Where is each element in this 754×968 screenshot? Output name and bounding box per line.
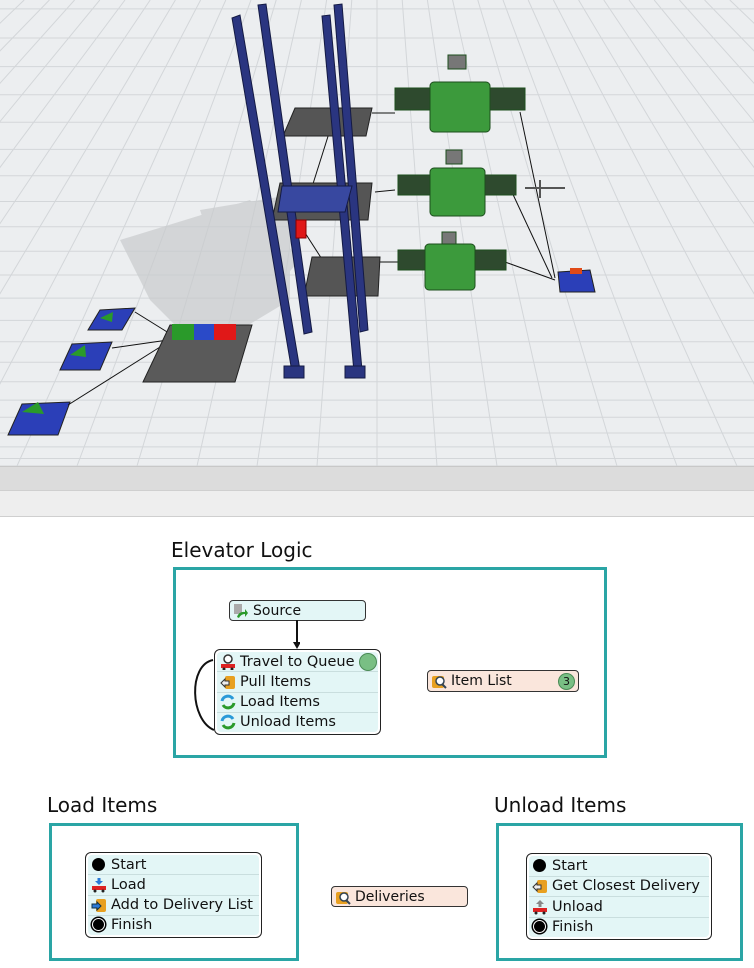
activity-label: Add to Delivery List	[111, 897, 253, 914]
source-queue-1	[87, 307, 136, 331]
grid-line	[628, 0, 754, 169]
activity-label: Load Items	[240, 694, 320, 711]
activity-row[interactable]: Unload Items	[217, 713, 378, 732]
grid-line	[426, 0, 498, 467]
unload-items-title: Unload Items	[494, 793, 627, 817]
activity-row[interactable]: Start	[529, 856, 709, 877]
start-icon	[91, 857, 107, 873]
list-icon	[431, 673, 447, 689]
activity-row[interactable]: Get Closest Delivery	[529, 877, 709, 897]
grid-line	[0, 0, 126, 169]
3d-scene[interactable]	[0, 0, 754, 467]
unload-items-block[interactable]: Start Get Closest Delivery Unload Finish	[526, 853, 712, 940]
finish-icon	[532, 919, 548, 935]
load-items-block[interactable]: Start Load Add to Delivery List Finish	[85, 852, 262, 938]
grid-line	[0, 0, 101, 123]
activity-row[interactable]: Add to Delivery List	[88, 896, 259, 916]
push-list-icon	[91, 897, 107, 913]
sink-queue	[557, 268, 596, 293]
source-queue-3	[7, 401, 71, 436]
processors	[394, 54, 565, 291]
activity-row[interactable]: Pull Items	[217, 672, 378, 693]
activity-row[interactable]: Travel to Queue	[217, 652, 378, 673]
list-icon	[335, 889, 351, 905]
load-items-title: Load Items	[47, 793, 158, 817]
grid-line	[679, 0, 754, 84]
start-icon	[532, 858, 548, 874]
activity-label: Load	[111, 876, 146, 893]
3d-model-view[interactable]	[0, 0, 754, 467]
splitter[interactable]	[0, 490, 754, 517]
elevator-logic-title: Elevator Logic	[171, 538, 313, 562]
activity-row[interactable]: Load Items	[217, 693, 378, 713]
deliveries-resource[interactable]: Deliveries	[331, 886, 468, 907]
deliveries-label: Deliveries	[355, 888, 425, 905]
source-label: Source	[253, 602, 302, 619]
subflow-icon	[220, 714, 236, 730]
load-icon	[91, 877, 107, 893]
unload-icon	[532, 899, 548, 915]
grid-line	[603, 0, 754, 225]
grid-line	[0, 0, 75, 84]
token-indicator	[359, 653, 377, 671]
grid-line	[477, 0, 618, 467]
view-scrollbar-area	[0, 466, 754, 491]
activity-label: Unload	[552, 898, 603, 915]
main-queue	[142, 324, 253, 383]
grid-line	[653, 0, 754, 123]
item-list-count: 3	[558, 673, 575, 690]
activity-row[interactable]: Start	[88, 855, 259, 876]
activity-row[interactable]: Unload	[529, 897, 709, 918]
pull-list-icon	[532, 878, 548, 894]
pull-list-icon	[220, 674, 236, 690]
subflow-icon	[220, 694, 236, 710]
floor-grid	[0, 0, 754, 467]
grid-line	[578, 0, 754, 295]
finish-icon	[91, 917, 107, 933]
grid-line	[552, 0, 754, 385]
item-list-label: Item List	[451, 673, 512, 689]
activity-label: Get Closest Delivery	[552, 878, 700, 895]
grid-line	[452, 0, 558, 467]
grid-line	[0, 0, 151, 225]
elevator-activity-block[interactable]: Travel to Queue Pull Items Load Items Unloa…	[214, 649, 381, 735]
activity-label: Unload Items	[240, 714, 336, 731]
activity-label: Start	[552, 857, 588, 874]
grid-line	[401, 0, 438, 467]
source-icon	[233, 603, 249, 619]
activity-label: Finish	[552, 919, 594, 936]
activity-row[interactable]: Load	[88, 875, 259, 896]
source-activity[interactable]: Source	[229, 600, 366, 621]
item-list-resource[interactable]: Item List 3	[427, 670, 579, 692]
travel-icon	[220, 653, 236, 671]
activity-label: Pull Items	[240, 673, 311, 690]
source-queue-2	[59, 341, 113, 371]
activity-row[interactable]: Finish	[529, 918, 709, 938]
activity-row[interactable]: Finish	[88, 916, 259, 935]
activity-label: Start	[111, 856, 147, 873]
activity-label: Finish	[111, 917, 153, 934]
grid-line	[527, 0, 738, 467]
activity-label: Travel to Queue	[240, 653, 355, 670]
